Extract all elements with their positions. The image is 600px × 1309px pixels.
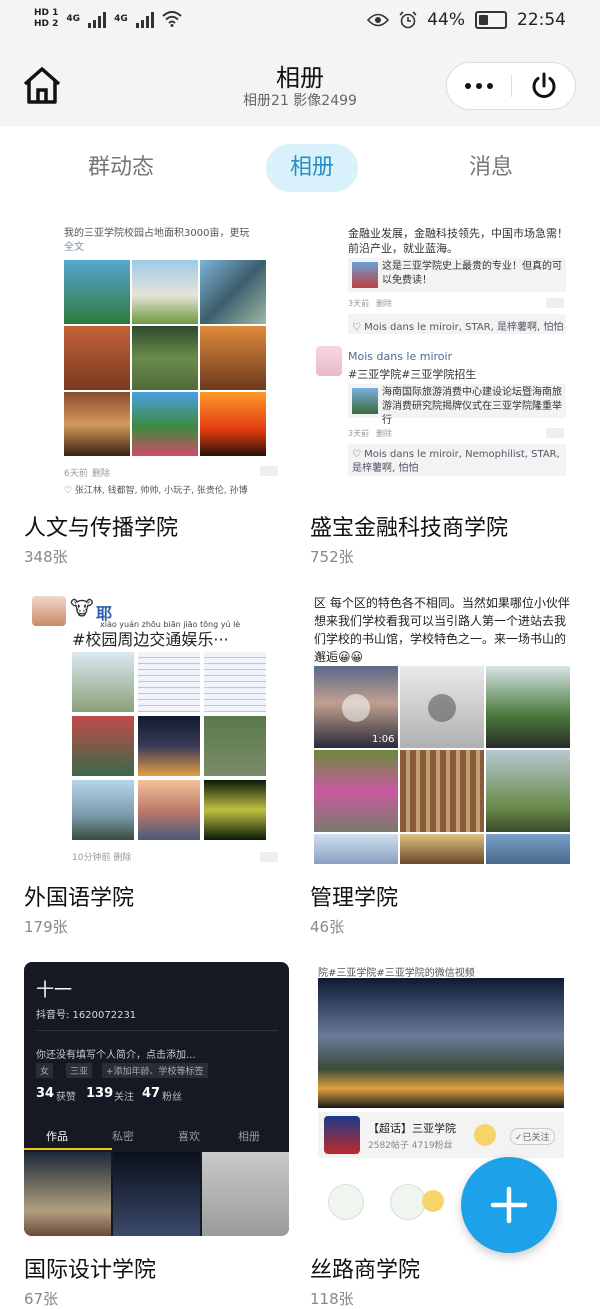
clock: 22:54 [517,10,566,30]
album-cover: 十一 抖音号: 1620072231 你还没有填写个人简介，点击添加... 女 … [24,962,289,1236]
cover-text: 我的三亚学院校园占地面积3000亩，更玩 [64,228,250,239]
album-count: 67张 [24,1290,59,1308]
tab-group-feed[interactable]: 群动态 [68,144,174,192]
cover-likes-count: 34 [36,1086,55,1101]
album-count: 46张 [310,918,345,936]
cover-date: 10分钟前 删除 [72,853,132,863]
album-cover: 金融业发展，金融科技领先，中国市场急需！前沿产业，就业蓝海。 这是三亚学院史上最… [310,220,575,494]
cover-more-link: 全文 [64,242,84,253]
cover-douyin-id: 抖音号: 1620072231 [36,1010,137,1021]
cover-fans-count: 47 [142,1086,161,1101]
play-icon [342,694,370,722]
battery-percent: 44% [427,10,465,30]
album-count: 118张 [310,1290,354,1308]
tab-bar: 群动态 相册 消息 [0,126,600,202]
eye-icon [367,13,390,27]
cover-tab-like: 喜欢 [178,1130,200,1143]
app-header: 相册 相册21 影像2499 [0,42,600,126]
cover-author: Mois dans le miroir [348,350,453,363]
album-cover: 🐮 耶 xiào yuán zhōu biān jiāo tōng yú lè … [24,590,289,864]
cover-delete: 删除 [376,299,392,308]
cover-date: 3天前 [348,299,370,308]
hd1-label: HD 1 [34,8,59,18]
cover-delete: 删除 [92,469,111,479]
tab-album[interactable]: 相册 [266,144,358,192]
cover-likes-label: 获赞 [56,1092,76,1103]
more-button[interactable] [447,63,511,109]
play-icon [428,694,456,722]
tab-messages[interactable]: 消息 [448,144,534,192]
cover-link: 海南国际旅游消费中心建设论坛暨海南旅游消费研究院揭牌仪式在三亚学院隆重举行 [382,387,562,426]
network-type-1: 4G [66,13,81,24]
dual-sim-indicator: HD 1 HD 2 [34,8,58,30]
cover-tab-album: 相册 [238,1130,260,1143]
album-name: 国际设计学院 [24,1258,157,1283]
album-name: 盛宝金融科技商学院 [310,516,509,541]
album-name: 人文与传播学院 [24,516,179,541]
cover-intro: 你还没有填写个人简介，点击添加... [36,1050,196,1061]
cover-tab-private: 私密 [112,1130,134,1143]
cover-likes: ♡ 张江林, 钱都智, 帅帅, 小玩子, 张贵伦, 孙博 [64,486,248,494]
album-name: 丝路商学院 [310,1258,421,1283]
cover-emoji: 🐮 [70,596,94,620]
add-album-button[interactable] [461,1157,557,1253]
battery-icon [475,11,507,29]
cover-tag: 女 [36,1063,54,1078]
cover-link: 这是三亚学院史上最贵的专业！但真的可以免费读！ [382,261,562,286]
cover-following-label: 关注 [114,1092,134,1103]
cover-nickname: 十一 [36,980,72,1001]
cover-fans-label: 粉丝 [162,1092,182,1103]
signal-icon [88,10,107,28]
status-bar: HD 1 HD 2 4G 4G 44% 22:54 [0,0,600,42]
cover-tags: #三亚学院#三亚学院招生 [348,368,477,381]
album-name: 管理学院 [310,886,399,911]
cover-topic: 【超话】三亚学院 [368,1122,456,1135]
cover-topic-stats: 2582帖子 4719粉丝 [368,1141,453,1151]
album-count: 752张 [310,548,354,566]
alarm-icon [399,11,417,29]
album-count: 179张 [24,918,68,936]
capsule-divider [511,75,512,97]
network-type-2: 4G [114,13,128,24]
cover-likes: ♡ Mois dans le miroir, STAR, 是梓薯啊, 怕怕 [352,322,564,333]
cover-headline: #校园周边交通娱乐··· [72,630,229,649]
plus-icon [490,1186,528,1224]
close-button[interactable] [513,63,575,109]
cover-following-count: 139 [86,1086,114,1101]
cover-date: 3天前 [348,429,370,438]
album-cover: 区 每个区的特色各不相同。当然如果哪位小伙伴想来我们学校看我可以当引路人第一个进… [310,590,575,864]
hd2-label: HD 2 [34,19,59,29]
album-cover: 我的三亚学院校园占地面积3000亩，更玩 全文 6天前 删除 ♡ 张江林, 钱都… [24,220,289,494]
power-icon [532,72,556,98]
cover-text: 金融业发展，金融科技领先，中国市场急需！前沿产业，就业蓝海。 [348,227,568,255]
cover-followed-badge: ✓已关注 [510,1128,555,1145]
video-duration: 1:06 [372,734,395,745]
cover-tag: +添加年龄、学校等标签 [102,1063,208,1078]
cover-text: 院#三亚学院#三亚学院的微信视频 [318,968,475,979]
signal-icon [135,10,154,28]
wifi-icon [162,11,182,27]
cover-date: 6天前 [64,469,88,479]
cover-likes: ♡ Mois dans le miroir, Nemophilist, STAR… [352,449,560,474]
mini-program-capsule [446,62,576,110]
cover-delete: 删除 [376,429,392,438]
cover-tag: 三亚 [66,1063,93,1078]
cover-tab-works: 作品 [46,1130,68,1143]
album-count: 348张 [24,548,68,566]
cover-text: 区 每个区的特色各不相同。当然如果哪位小伙伴想来我们学校看我可以当引路人第一个进… [314,596,570,664]
album-name: 外国语学院 [24,886,135,911]
